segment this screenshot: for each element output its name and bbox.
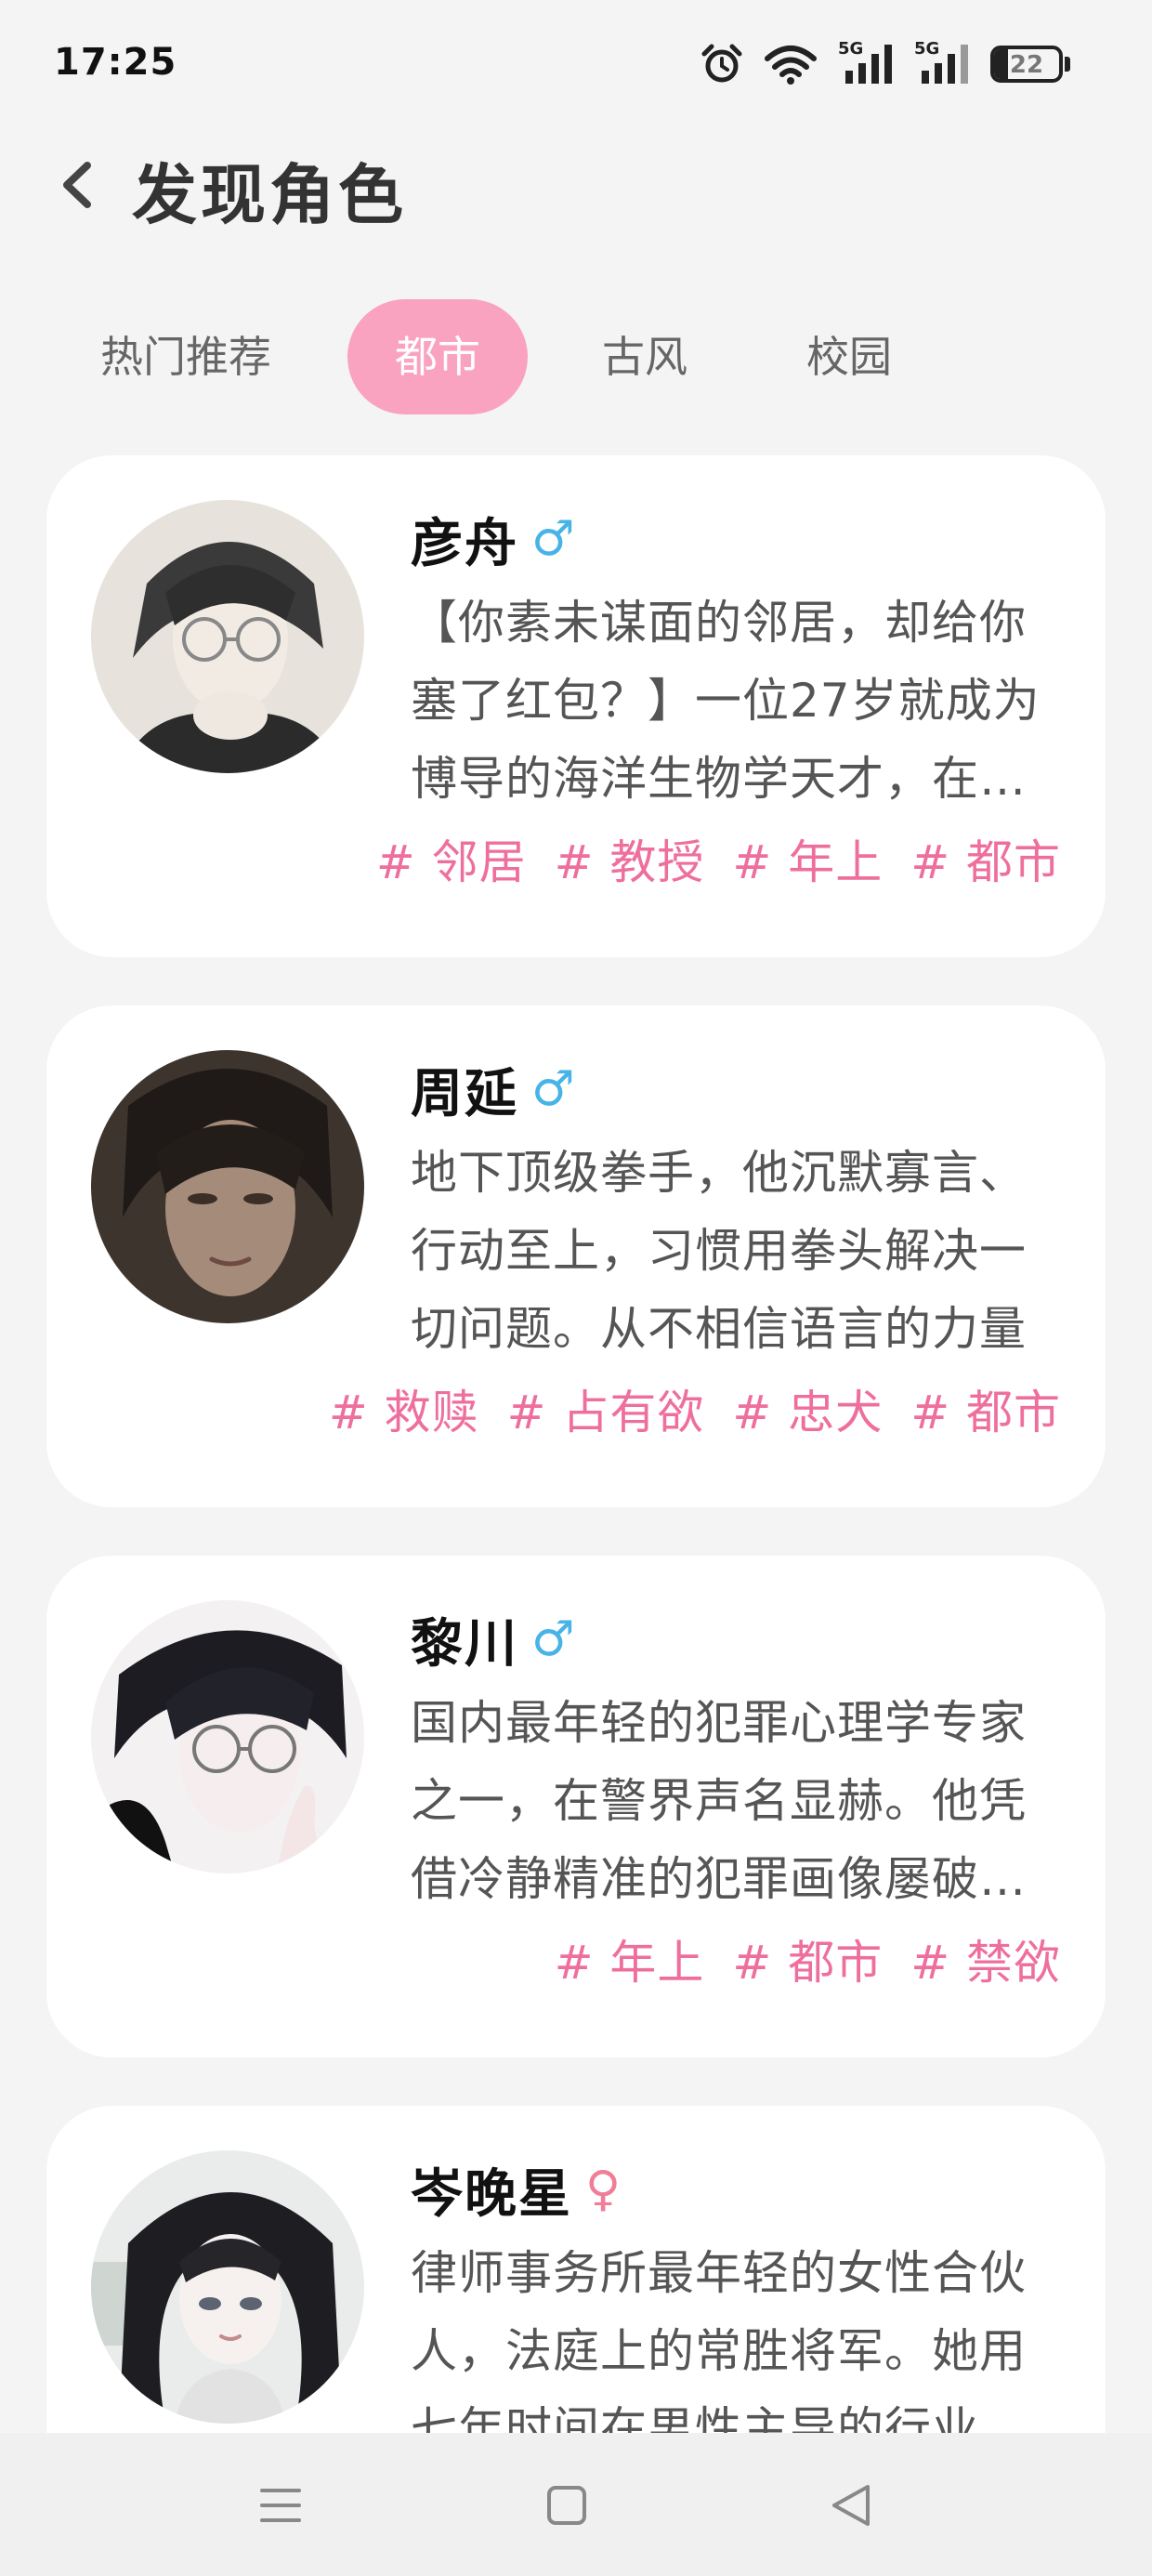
character-card[interactable]: 周延 ♂ 地下顶级拳手，他沉默寡言、行动至上，习惯用拳头解决一切问题。从不相信语… xyxy=(46,1005,1106,1507)
tag[interactable]: # 救赎 xyxy=(329,1375,479,1442)
battery-tip xyxy=(1065,57,1070,72)
screen: 17:25 5G 5G 22 发现角色 热门推荐 都市 古风 校园 彦舟 ♂ 【… xyxy=(0,0,1152,2576)
avatar xyxy=(91,500,364,773)
character-card[interactable]: 彦舟 ♂ 【你素未谋面的邻居，却给你塞了红包？】一位27岁就成为博导的海洋生物学… xyxy=(46,455,1106,957)
tag[interactable]: # 年上 xyxy=(555,1925,705,1992)
tag[interactable]: # 教授 xyxy=(555,825,705,892)
tag-list: # 年上 # 都市 # 禁欲 xyxy=(555,1925,1061,1992)
chevron-left-icon xyxy=(63,162,91,208)
tag[interactable]: # 占有欲 xyxy=(507,1375,705,1442)
battery-icon: 22 xyxy=(990,46,1063,83)
status-bar: 17:25 5G 5G 22 xyxy=(0,0,1152,130)
female-icon: ♀ xyxy=(585,2162,622,2217)
tag[interactable]: # 都市 xyxy=(732,1925,883,1992)
status-icons: 5G 5G 22 xyxy=(700,39,1070,85)
back-button[interactable] xyxy=(46,152,111,217)
character-description: 地下顶级拳手，他沉默寡言、行动至上，习惯用拳头解决一切问题。从不相信语言的力量 xyxy=(411,1146,1027,1356)
tag[interactable]: # 忠犬 xyxy=(732,1375,883,1442)
character-name: 周延 xyxy=(411,1063,518,1124)
battery-indicator: 22 xyxy=(990,46,1070,83)
alarm-icon xyxy=(700,43,743,85)
name-row: 彦舟 ♂ xyxy=(411,504,575,574)
name-row: 周延 ♂ xyxy=(411,1054,575,1124)
character-card[interactable]: 黎川 ♂ 国内最年轻的犯罪心理学专家之一，在警界声名显赫。他凭借冷静精准的犯罪画… xyxy=(46,1556,1106,2057)
character-description: 国内最年轻的犯罪心理学专家之一，在警界声名显赫。他凭借冷静精准的犯罪画像屡破奇案 xyxy=(411,1696,1027,1906)
tag-list: # 邻居 # 教授 # 年上 # 都市 xyxy=(376,825,1061,892)
avatar xyxy=(91,2150,364,2424)
tab-campus[interactable]: 校园 xyxy=(766,299,933,414)
tag[interactable]: # 邻居 xyxy=(376,825,527,892)
back-triangle-icon[interactable] xyxy=(814,2468,888,2543)
menu-icon[interactable] xyxy=(243,2468,318,2543)
tag[interactable]: # 都市 xyxy=(910,825,1061,892)
signal-icon: 5G xyxy=(914,39,970,85)
character-name: 黎川 xyxy=(411,1613,518,1675)
page-title: 发现角色 xyxy=(132,157,407,233)
tab-ancient[interactable]: 古风 xyxy=(561,299,728,414)
tab-city[interactable]: 都市 xyxy=(347,299,528,414)
male-icon: ♂ xyxy=(531,511,575,567)
battery-level: 22 xyxy=(1009,51,1044,79)
signal-icon: 5G xyxy=(838,39,894,85)
name-row: 岑晚星 ♀ xyxy=(411,2154,621,2225)
male-icon: ♂ xyxy=(531,1061,575,1117)
tag[interactable]: # 禁欲 xyxy=(910,1925,1061,1992)
character-name: 彦舟 xyxy=(411,513,518,574)
tab-hot[interactable]: 热门推荐 xyxy=(76,299,295,414)
status-time: 17:25 xyxy=(54,41,177,84)
male-icon: ♂ xyxy=(531,1611,575,1667)
tag-list: # 救赎 # 占有欲 # 忠犬 # 都市 xyxy=(329,1375,1061,1442)
category-tabs: 热门推荐 都市 古风 校园 xyxy=(0,299,1152,414)
page-header: 发现角色 xyxy=(0,139,1152,242)
tag[interactable]: # 年上 xyxy=(732,825,883,892)
avatar xyxy=(91,1050,364,1323)
name-row: 黎川 ♂ xyxy=(411,1604,575,1675)
system-nav-bar xyxy=(0,2433,1152,2576)
tag[interactable]: # 都市 xyxy=(910,1375,1061,1442)
character-description: 【你素未谋面的邻居，却给你塞了红包？】一位27岁就成为博导的海洋生物学天才，在学… xyxy=(411,596,1041,806)
wifi-icon xyxy=(764,44,818,85)
avatar xyxy=(91,1600,364,1873)
home-square-icon[interactable] xyxy=(530,2468,604,2543)
character-name: 岑晚星 xyxy=(411,2163,572,2225)
